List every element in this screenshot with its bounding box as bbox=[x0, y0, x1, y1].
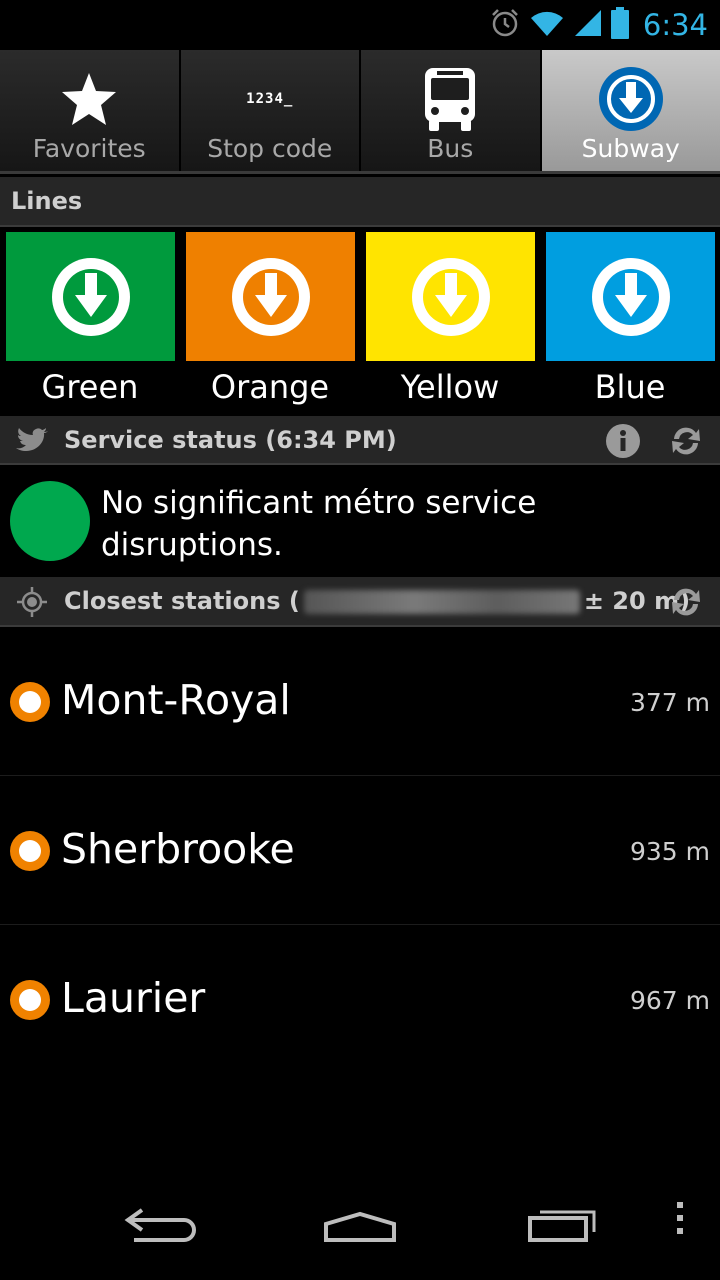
stop-code-icon: 1234_ bbox=[246, 91, 294, 107]
line-yellow-label[interactable]: Yellow bbox=[360, 368, 540, 406]
orange-line-dot-icon bbox=[10, 682, 50, 722]
metro-line-icon bbox=[51, 257, 130, 336]
info-icon[interactable] bbox=[605, 423, 641, 459]
service-status-title: Service status (6:34 PM) bbox=[64, 426, 397, 454]
station-row[interactable]: Laurier 967 m bbox=[0, 926, 720, 1074]
twitter-bird-icon bbox=[14, 423, 50, 459]
metro-line-icon bbox=[231, 257, 310, 336]
location-icon bbox=[14, 584, 50, 620]
refresh-icon[interactable] bbox=[668, 584, 704, 620]
overflow-menu-icon bbox=[677, 1202, 683, 1234]
back-button[interactable] bbox=[120, 1204, 196, 1244]
station-distance: 377 m bbox=[629, 688, 710, 717]
orange-line-dot-icon bbox=[10, 831, 50, 871]
tab-label: Stop code bbox=[207, 134, 333, 163]
closest-stations-title: Closest stations (± 20 m) bbox=[64, 587, 691, 615]
line-blue-tile[interactable] bbox=[546, 232, 715, 361]
tab-subway[interactable]: Subway bbox=[541, 50, 720, 171]
line-green-label[interactable]: Green bbox=[0, 368, 180, 406]
tab-label: Bus bbox=[427, 134, 474, 163]
station-distance: 935 m bbox=[629, 837, 710, 866]
signal-icon bbox=[573, 8, 603, 42]
station-name: Sherbrooke bbox=[61, 825, 295, 873]
refresh-icon[interactable] bbox=[668, 423, 704, 459]
tab-bar: Favorites 1234_ Stop code Bus Subway bbox=[0, 50, 720, 174]
back-icon bbox=[124, 1208, 196, 1242]
navigation-bar bbox=[0, 1184, 720, 1280]
station-row[interactable]: Sherbrooke 935 m bbox=[0, 777, 720, 925]
service-status-indicator bbox=[10, 481, 90, 561]
station-distance: 967 m bbox=[629, 986, 710, 1015]
status-icons: 6:34 bbox=[489, 6, 708, 44]
tab-bus[interactable]: Bus bbox=[361, 50, 542, 171]
wifi-icon bbox=[529, 8, 565, 42]
star-icon bbox=[54, 64, 124, 134]
lines-title: Lines bbox=[11, 187, 83, 215]
service-status-message: No significant métro service disruptions… bbox=[101, 485, 537, 563]
recent-apps-icon bbox=[528, 1210, 596, 1242]
tab-label: Subway bbox=[581, 134, 680, 163]
tab-label: Favorites bbox=[32, 134, 146, 163]
address-redacted bbox=[303, 590, 580, 614]
station-name: Laurier bbox=[61, 974, 206, 1022]
station-row[interactable]: Mont-Royal 377 m bbox=[0, 628, 720, 776]
recent-apps-button[interactable] bbox=[524, 1204, 600, 1244]
tab-stop-code[interactable]: 1234_ Stop code bbox=[180, 50, 361, 171]
home-button[interactable] bbox=[322, 1204, 398, 1244]
battery-icon bbox=[610, 7, 629, 43]
line-yellow-tile[interactable] bbox=[366, 232, 535, 361]
lines-header: Lines bbox=[0, 177, 720, 227]
line-blue-label[interactable]: Blue bbox=[540, 368, 720, 406]
station-name: Mont-Royal bbox=[61, 676, 291, 724]
overflow-menu-button[interactable] bbox=[668, 1198, 692, 1238]
status-bar: 6:34 bbox=[0, 0, 720, 50]
line-orange-tile[interactable] bbox=[186, 232, 355, 361]
orange-line-dot-icon bbox=[10, 980, 50, 1020]
metro-line-icon bbox=[411, 257, 490, 336]
alarm-icon bbox=[489, 7, 521, 43]
clock-time: 6:34 bbox=[642, 8, 708, 42]
line-orange-label[interactable]: Orange bbox=[180, 368, 360, 406]
tab-favorites[interactable]: Favorites bbox=[0, 50, 181, 171]
home-icon bbox=[324, 1211, 396, 1242]
line-green-tile[interactable] bbox=[6, 232, 175, 361]
closest-stations-header: Closest stations (± 20 m) bbox=[0, 577, 720, 627]
metro-icon bbox=[596, 64, 666, 134]
service-status-header: Service status (6:34 PM) bbox=[0, 416, 720, 465]
bus-icon bbox=[415, 64, 485, 134]
metro-line-icon bbox=[591, 257, 670, 336]
